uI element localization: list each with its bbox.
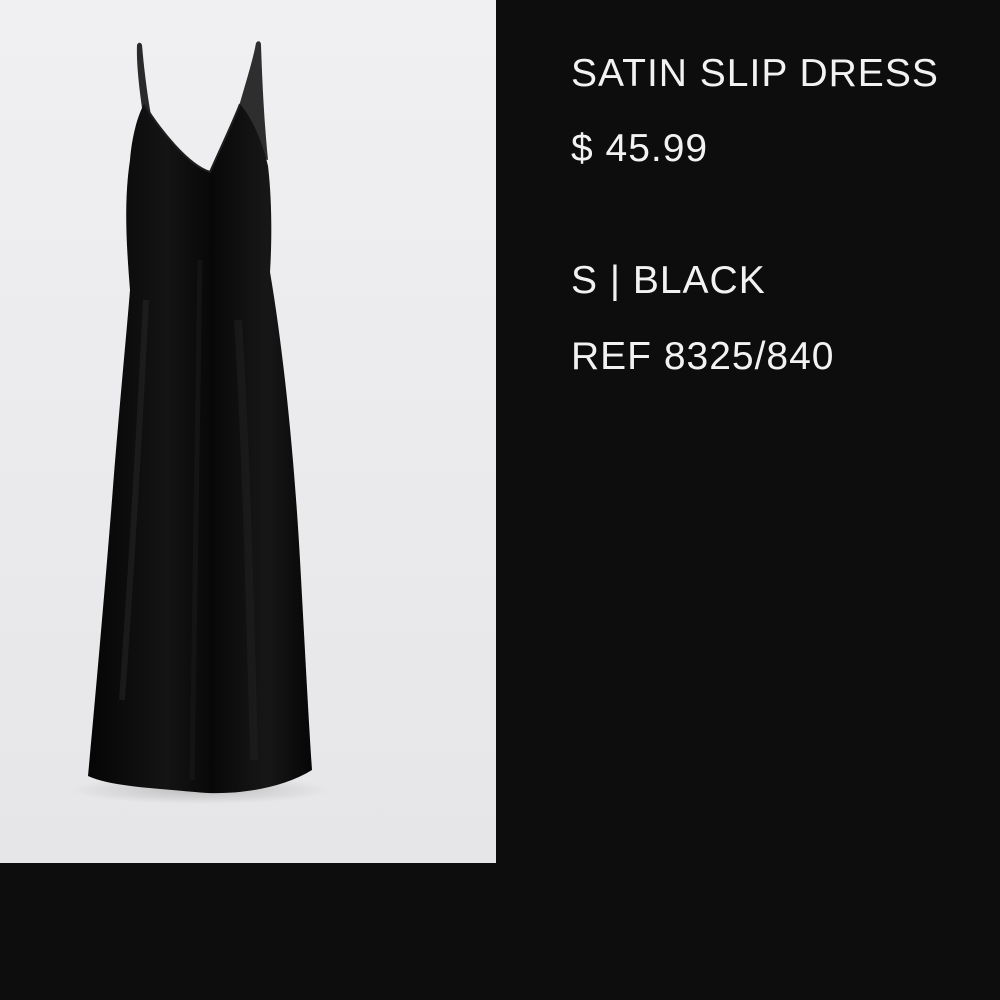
dress-image <box>70 41 330 804</box>
product-photo[interactable] <box>0 0 496 863</box>
product-name: SATIN SLIP DRESS <box>571 52 939 95</box>
product-price: $ 45.99 <box>571 127 709 170</box>
product-variant: S | BLACK <box>571 259 766 302</box>
product-card: SATIN SLIP DRESS $ 45.99 S | BLACK REF 8… <box>0 0 1000 1000</box>
product-reference: REF 8325/840 <box>571 335 835 378</box>
